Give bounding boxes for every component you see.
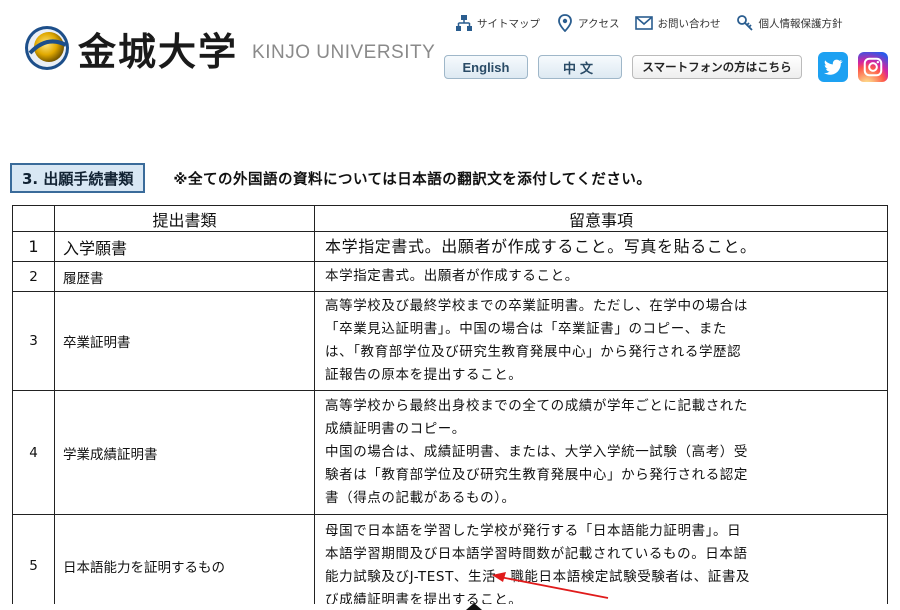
logo-english-name: KINJO UNIVERSITY: [252, 42, 436, 63]
location-pin-icon: [556, 14, 574, 32]
note-line: 本学指定書式。出願者が作成すること。: [325, 268, 579, 284]
sitemap-label: サイトマップ: [477, 17, 540, 30]
note-line: 能力試験及びJ-TEST、生活・職能日本語検定試験受験者は、証書及: [325, 568, 751, 585]
note-line: 本学指定書式。出願者が作成すること。写真を貼ること。: [325, 237, 757, 256]
logo-emblem-icon: [22, 23, 72, 73]
document-name: 日本語能力を証明するもの: [54, 514, 315, 610]
twitter-icon: [824, 59, 843, 75]
mail-icon: [635, 14, 654, 32]
sitemap-icon: [455, 14, 473, 32]
sitemap-link[interactable]: サイトマップ: [455, 14, 540, 32]
required-documents-table: 提出書類 留意事項 1 入学願書 本学指定書式。出願者が作成すること。写真を貼る…: [12, 205, 888, 610]
translation-note: ※全ての外国語の資料については日本語の翻訳文を添付してください。: [173, 171, 652, 188]
utility-links: サイトマップ アクセス お問い合わせ 個人情報保護方針: [455, 14, 842, 32]
header-no: [12, 205, 55, 232]
contact-label: お問い合わせ: [657, 17, 721, 30]
note-line: 中国の場合は、成績証明書、または、大学入学統一試験（高考）受: [325, 444, 748, 460]
table-row: 5 日本語能力を証明するもの 母国で日本語を学習した学校が発行する「日本語能力証…: [12, 514, 888, 610]
access-label: アクセス: [578, 17, 620, 30]
row-number: 5: [12, 514, 55, 610]
instagram-button[interactable]: [858, 52, 888, 82]
document-note: 高等学校及び最終学校までの卒業証明書。ただし、在学中の場合は 「卒業見込証明書」…: [314, 291, 888, 391]
section-heading: 3. 出願手続書類 ※全ての外国語の資料については日本語の翻訳文を添付してくださ…: [10, 163, 651, 193]
privacy-label: 個人情報保護方針: [758, 17, 843, 30]
header-notes: 留意事項: [314, 205, 888, 232]
access-link[interactable]: アクセス: [556, 14, 619, 32]
table-row: 1 入学願書 本学指定書式。出願者が作成すること。写真を貼ること。: [12, 231, 888, 262]
header-button-row: English 中文 スマートフォンの方はこちら: [444, 52, 888, 82]
privacy-link[interactable]: 個人情報保護方針: [736, 14, 842, 32]
document-note: 高等学校から最終出身校までの全ての成績が学年ごとに記載された 成績証明書のコピー…: [314, 390, 888, 515]
document-name: 履歴書: [54, 261, 315, 292]
document-name: 入学願書: [54, 231, 315, 262]
key-icon: [736, 14, 754, 32]
section-title: 3. 出願手続書類: [10, 163, 146, 193]
contact-link[interactable]: お問い合わせ: [635, 14, 720, 32]
table-row: 2 履歴書 本学指定書式。出願者が作成すること。: [12, 261, 888, 292]
document-name: 学業成績証明書: [54, 390, 315, 515]
english-button[interactable]: English: [444, 55, 528, 79]
chinese-button[interactable]: 中文: [538, 55, 622, 79]
row-number: 3: [12, 291, 55, 391]
document-note: 本学指定書式。出願者が作成すること。写真を貼ること。: [314, 231, 888, 262]
row-number: 1: [12, 231, 55, 262]
table-row: 4 学業成績証明書 高等学校から最終出身校までの全ての成績が学年ごとに記載された…: [12, 390, 888, 515]
page-bottom-edge: [0, 604, 900, 610]
note-line: 高等学校から最終出身校までの全ての成績が学年ごとに記載された: [325, 398, 748, 414]
smartphone-button[interactable]: スマートフォンの方はこちら: [632, 55, 802, 79]
instagram-icon: [863, 57, 883, 77]
note-line: 「卒業見込証明書」。中国の場合は「卒業証書」のコピー、また: [325, 321, 728, 337]
note-line: 証報告の原本を提出すること。: [325, 367, 523, 383]
document-note: 本学指定書式。出願者が作成すること。: [314, 261, 888, 292]
note-line: 高等学校及び最終学校までの卒業証明書。ただし、在学中の場合は: [325, 298, 748, 314]
twitter-button[interactable]: [818, 52, 848, 82]
note-line: 母国で日本語を学習した学校が発行する「日本語能力証明書」。日: [325, 522, 742, 539]
note-line: 成績証明書のコピー。: [325, 421, 466, 437]
table-header-row: 提出書類 留意事項: [12, 205, 888, 232]
university-logo[interactable]: 金城大学 KINJO UNIVERSITY: [22, 18, 435, 78]
table-row: 3 卒業証明書 高等学校及び最終学校までの卒業証明書。ただし、在学中の場合は 「…: [12, 291, 888, 391]
note-line: 験者は「教育部学位及び研究生教育発展中心」から発行される認定: [325, 467, 748, 483]
note-line: は、「教育部学位及び研究生教育発展中心」から発行される学歴認: [325, 344, 742, 360]
document-name: 卒業証明書: [54, 291, 315, 391]
row-number: 2: [12, 261, 55, 292]
document-note: 母国で日本語を学習した学校が発行する「日本語能力証明書」。日 本語学習期間及び日…: [314, 514, 888, 610]
logo-japanese-name: 金城大学: [78, 28, 239, 74]
note-line: 書（得点の記載があるもの）。: [325, 490, 516, 506]
row-number: 4: [12, 390, 55, 515]
note-line: 本語学習期間及び日本語学習時間数が記載されているもの。日本語: [325, 545, 748, 562]
header-document: 提出書類: [54, 205, 315, 232]
